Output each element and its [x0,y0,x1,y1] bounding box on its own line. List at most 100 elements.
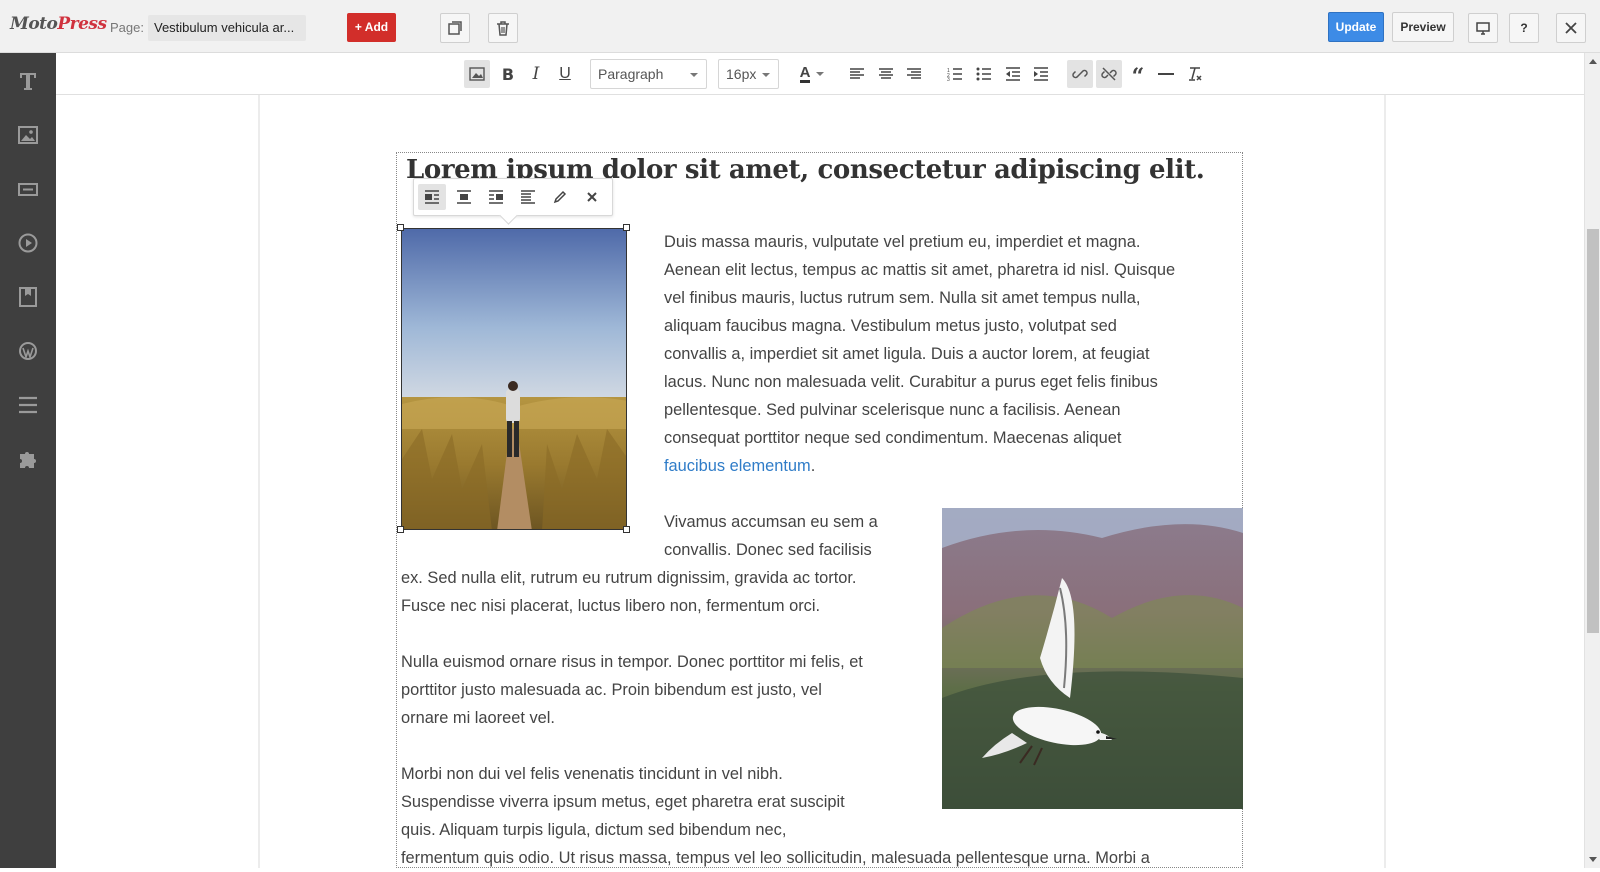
sidebar-item-plugins[interactable] [0,439,56,479]
image-icon [469,67,485,81]
paragraph-1-line-2: Aenean elit lectus, tempus ac mattis sit… [664,261,1176,279]
paragraph-1-line-9: faucibus elementum. [664,452,815,480]
image-edit-button[interactable] [546,184,574,210]
paragraph-1-line-8: consequat porttitor neque sed condimentu… [664,429,1122,447]
paragraph-2-line-1: Vivamus accumsan eu sem a [664,513,878,531]
unlink-button[interactable] [1096,60,1122,88]
paragraph-2-line-4: Fusce nec nisi placerat, luctus libero n… [401,597,821,615]
underline-icon: U [559,65,571,82]
block-format-value: Paragraph [598,66,664,82]
image-icon [18,126,38,144]
paragraph-3-line-3: ornare mi laoreet vel. [401,709,555,727]
image-no-align-button[interactable] [514,184,542,210]
align-center-button[interactable] [873,60,899,88]
clear-formatting-button[interactable] [1182,60,1208,88]
duplicate-button[interactable] [440,13,470,43]
image-align-left-button[interactable] [418,184,446,210]
preview-button[interactable]: Preview [1392,12,1454,42]
image-align-right-button[interactable] [482,184,510,210]
outdent-button[interactable] [1000,60,1026,88]
sidebar-item-video[interactable] [0,223,56,263]
logo-press-text: Press [57,14,107,34]
wordpress-icon [19,342,37,360]
paragraph-1-line-6: lacus. Nunc non malesuada velit. Curabit… [664,373,1158,391]
logo-moto-text: Moto [10,14,58,34]
paragraph-1-line-1: Duis massa mauris, vulputate vel pretium… [664,233,1141,251]
widget-sidebar [0,53,56,868]
paragraph-4-line-2: Suspendisse viverra ipsum metus, eget ph… [401,793,845,811]
italic-button[interactable]: I [523,60,549,88]
paragraph-1-line-7: pellentesque. Sed pulvinar scelerisque n… [664,401,1121,419]
insert-image-button[interactable] [464,60,490,88]
close-icon [587,192,597,202]
block-format-select[interactable]: Paragraph [590,59,707,89]
outdent-icon [1006,67,1020,81]
bold-icon: B [501,64,515,84]
scroll-up-arrow-icon[interactable] [1589,59,1597,64]
close-editor-button[interactable] [1556,13,1586,43]
scroll-down-arrow-icon[interactable] [1589,857,1597,862]
underline-button[interactable]: U [552,60,578,88]
font-color-button[interactable]: A [794,60,830,88]
ordered-list-icon: 123 [947,68,962,81]
add-button[interactable]: + Add [347,13,396,42]
motopress-logo[interactable]: MotoPress [10,14,107,34]
horizontal-line-icon [1158,73,1174,75]
font-size-select[interactable]: 16px [718,59,779,89]
resize-handle-top-right[interactable] [623,224,630,231]
help-button[interactable]: ? [1509,13,1539,43]
faucibus-link[interactable]: faucibus elementum [664,457,811,475]
svg-text:3: 3 [947,77,950,81]
chevron-down-icon [690,73,698,77]
align-center-icon [879,68,893,79]
sidebar-item-image[interactable] [0,115,56,155]
pencil-icon [553,190,567,204]
sidebar-item-text[interactable] [0,61,56,101]
resize-handle-top-left[interactable] [397,224,404,231]
page-select[interactable]: Vestibulum vehicula ar... [148,15,306,41]
unlink-icon [1101,67,1117,81]
top-bar: MotoPress Page: Vestibulum vehicula ar..… [0,0,1600,53]
field-photo [402,229,626,529]
sidebar-item-button[interactable] [0,169,56,209]
chevron-down-icon [816,72,825,76]
sidebar-item-wordpress[interactable] [0,331,56,371]
device-view-button[interactable] [1468,13,1498,43]
align-right-button[interactable] [901,60,927,88]
delete-button[interactable] [488,13,518,43]
image-remove-button[interactable] [578,184,606,210]
paragraph-1-line-5: convallis a, imperdiet sit amet ligula. … [664,345,1150,363]
bullet-list-button[interactable] [971,60,997,88]
ordered-list-button[interactable]: 123 [942,60,968,88]
align-right-icon [907,68,921,79]
resize-handle-bottom-right[interactable] [623,526,630,533]
duplicate-icon [448,21,462,35]
quote-icon: “ [1131,64,1145,90]
bold-button[interactable]: B [495,60,521,88]
resize-handle-bottom-left[interactable] [397,526,404,533]
field-walker-image[interactable] [401,228,627,530]
image-align-center-button[interactable] [450,184,478,210]
update-button[interactable]: Update [1328,12,1384,42]
sidebar-item-bookmark[interactable] [0,277,56,317]
align-right-image-icon [489,190,503,204]
vertical-scrollbar[interactable] [1584,53,1600,868]
blockquote-button[interactable]: “ [1125,60,1151,88]
clear-format-icon [1189,67,1202,81]
align-left-button[interactable] [844,60,870,88]
indent-button[interactable] [1028,60,1054,88]
image-toolbar [413,178,613,216]
paragraph-2-line-2: convallis. Donec sed facilisis [664,541,872,559]
insert-link-button[interactable] [1067,60,1093,88]
paragraph-3-line-2: porttitor justo malesuada ac. Proin bibe… [401,681,822,699]
text-editor-toolbar: B I U Paragraph 16px A 123 “ [56,53,1584,95]
paragraph-2-line-3: ex. Sed nulla elit, rutrum eu rutrum dig… [401,569,857,587]
seagull-image[interactable] [942,508,1243,809]
paragraph-4-line-1: Morbi non dui vel felis venenatis tincid… [401,765,783,783]
sidebar-item-list[interactable] [0,385,56,425]
button-icon [18,183,38,196]
page-label: Page: [110,20,144,35]
scrollbar-thumb[interactable] [1587,229,1599,633]
horizontal-rule-button[interactable] [1153,60,1179,88]
video-icon [18,233,38,253]
